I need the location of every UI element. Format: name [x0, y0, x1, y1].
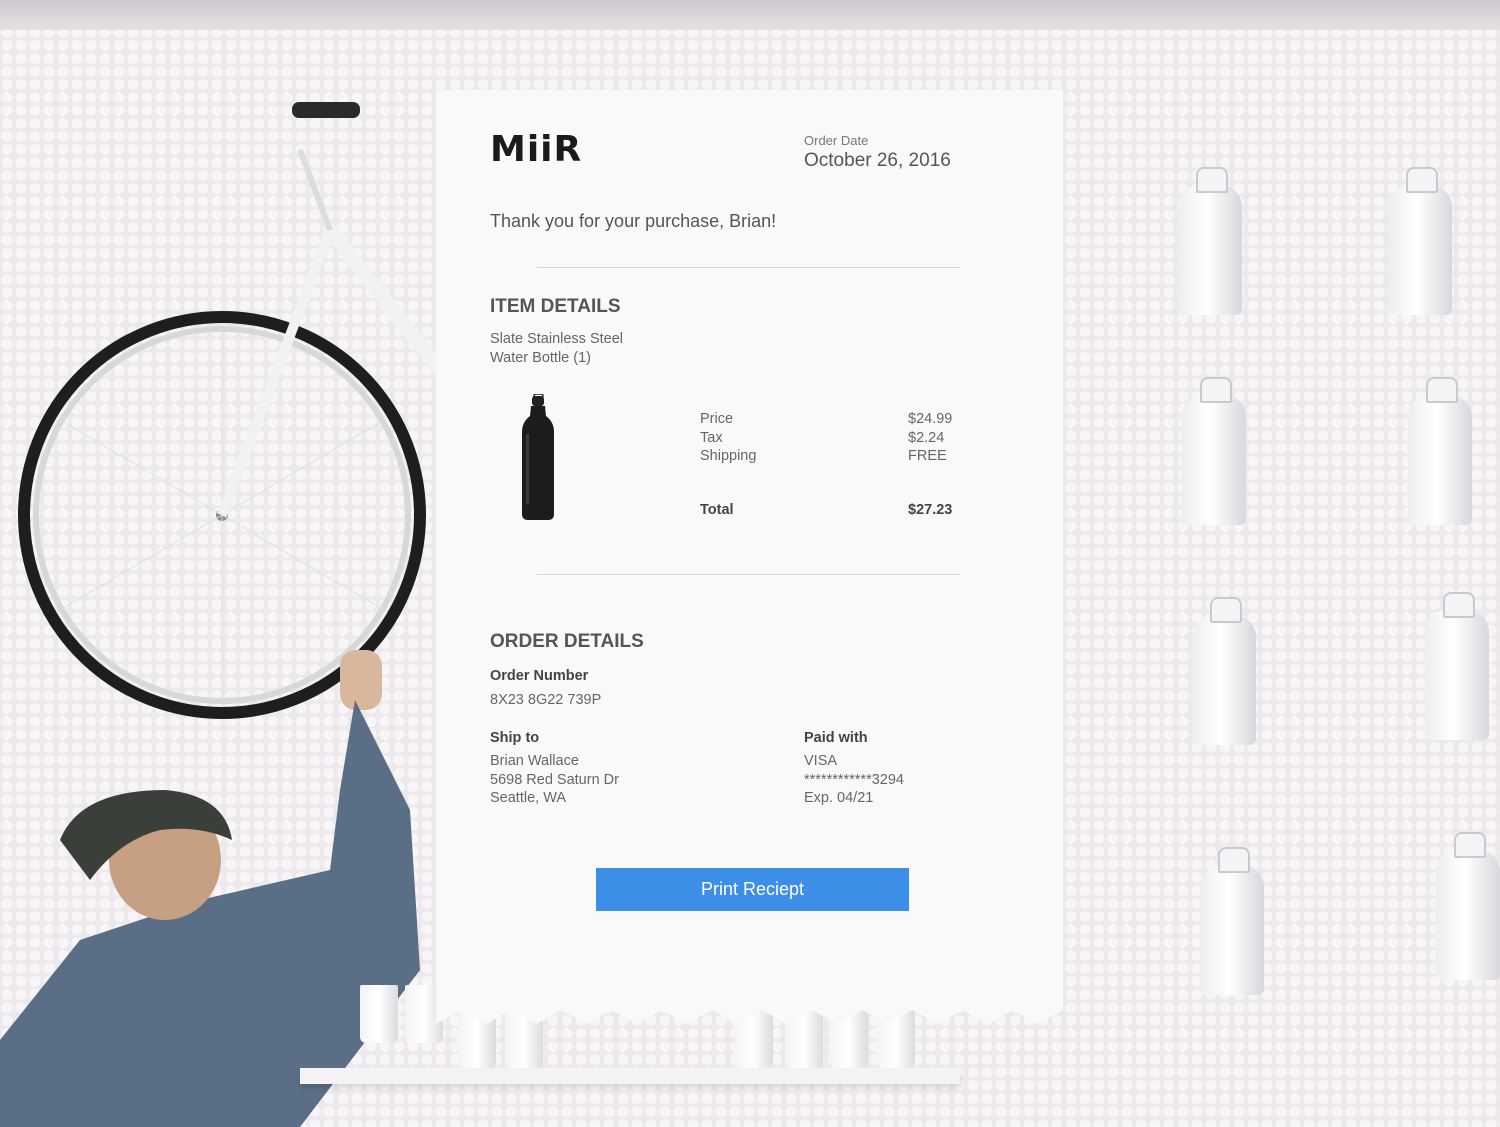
divider [537, 267, 960, 268]
person-illustration [0, 650, 420, 1127]
shipping-value: FREE [908, 448, 947, 464]
ship-street: 5698 Red Saturn Dr [490, 771, 619, 788]
item-name-line1: Slate Stainless Steel [490, 331, 623, 347]
growler [1436, 832, 1500, 980]
ceiling [0, 0, 1500, 30]
miir-logo: MiiR [490, 129, 583, 170]
growler [1388, 167, 1452, 315]
growler [1408, 377, 1472, 525]
card-number: ************3294 [804, 771, 904, 788]
price-values: $24.99 $2.24 FREE [908, 410, 952, 466]
growler [1192, 597, 1256, 745]
ship-to-address: Brian Wallace 5698 Red Saturn Dr Seattle… [490, 752, 619, 808]
item-name: Slate Stainless Steel Water Bottle (1) [490, 330, 690, 368]
growler [1425, 592, 1489, 740]
bottle-icon [522, 394, 554, 520]
growler [1178, 167, 1242, 315]
price-value: $24.99 [908, 411, 953, 427]
total-value: $27.23 [908, 502, 953, 518]
print-receipt-button[interactable]: Print Reciept [596, 868, 909, 911]
order-number-label: Order Number [490, 668, 589, 684]
ship-name: Brian Wallace [490, 753, 579, 769]
shelf [300, 1068, 960, 1084]
growler [1200, 847, 1264, 995]
shipping-label: Shipping [700, 448, 757, 464]
order-number: 8X23 8G22 739P [490, 692, 602, 708]
tax-label: Tax [700, 429, 723, 446]
card-expiry: Exp. 04/21 [804, 790, 874, 806]
payment-info: VISA ************3294 Exp. 04/21 [804, 752, 904, 808]
order-details-heading: ORDER DETAILS [490, 631, 644, 652]
divider [537, 574, 960, 575]
price-label: Price [700, 411, 734, 427]
item-name-line2: Water Bottle (1) [490, 350, 591, 366]
paid-with-label: Paid with [804, 730, 868, 746]
ship-city: Seattle, WA [490, 790, 567, 806]
item-details-heading: ITEM DETAILS [490, 296, 621, 317]
price-labels: Price Tax Shipping [700, 410, 756, 466]
card-type: VISA [804, 753, 838, 769]
order-date: October 26, 2016 [804, 150, 951, 171]
ship-to-label: Ship to [490, 730, 540, 746]
order-date-label: Order Date [804, 133, 869, 148]
cup [360, 985, 398, 1043]
total-label: Total [700, 502, 734, 518]
tax-value: $2.24 [908, 429, 945, 446]
greeting: Thank you for your purchase, Brian! [490, 211, 777, 231]
receipt-card: MiiR Order Date October 26, 2016 Thank y… [436, 90, 1063, 1024]
growler [1182, 377, 1246, 525]
